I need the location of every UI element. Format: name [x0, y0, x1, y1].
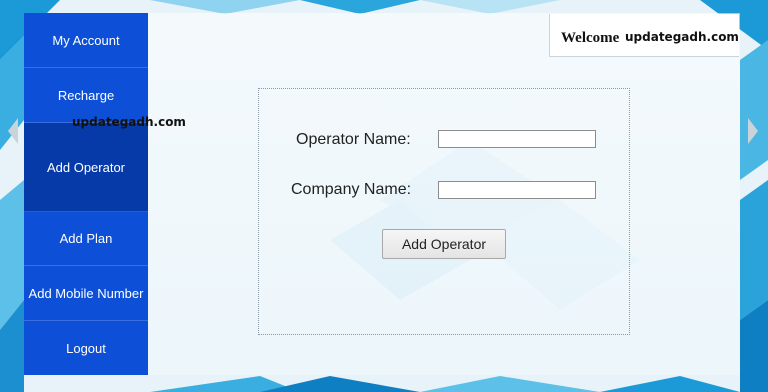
sidebar-item-add-mobile-number[interactable]: Add Mobile Number	[24, 266, 148, 321]
watermark-text: updategadh.com	[72, 115, 186, 129]
company-name-input[interactable]	[438, 181, 596, 199]
sidebar-item-logout[interactable]: Logout	[24, 321, 148, 375]
arrow-right-icon	[748, 118, 758, 144]
username: updategadh.com	[625, 30, 739, 44]
sidebar-item-my-account[interactable]: My Account	[24, 13, 148, 68]
company-name-label: Company Name:	[291, 181, 412, 198]
arrow-left-icon	[8, 118, 18, 144]
sidebar: My Account Recharge Add Operator Add Pla…	[24, 13, 148, 375]
add-operator-form	[258, 88, 630, 335]
sidebar-item-add-operator[interactable]: Add Operator	[24, 123, 148, 212]
welcome-label: Welcome	[561, 30, 620, 46]
sidebar-item-add-plan[interactable]: Add Plan	[24, 212, 148, 266]
welcome-box: Welcome updategadh.com	[549, 14, 739, 57]
operator-name-label: Operator Name:	[296, 131, 411, 148]
add-operator-button[interactable]: Add Operator	[382, 229, 506, 259]
operator-name-input[interactable]	[438, 130, 596, 148]
